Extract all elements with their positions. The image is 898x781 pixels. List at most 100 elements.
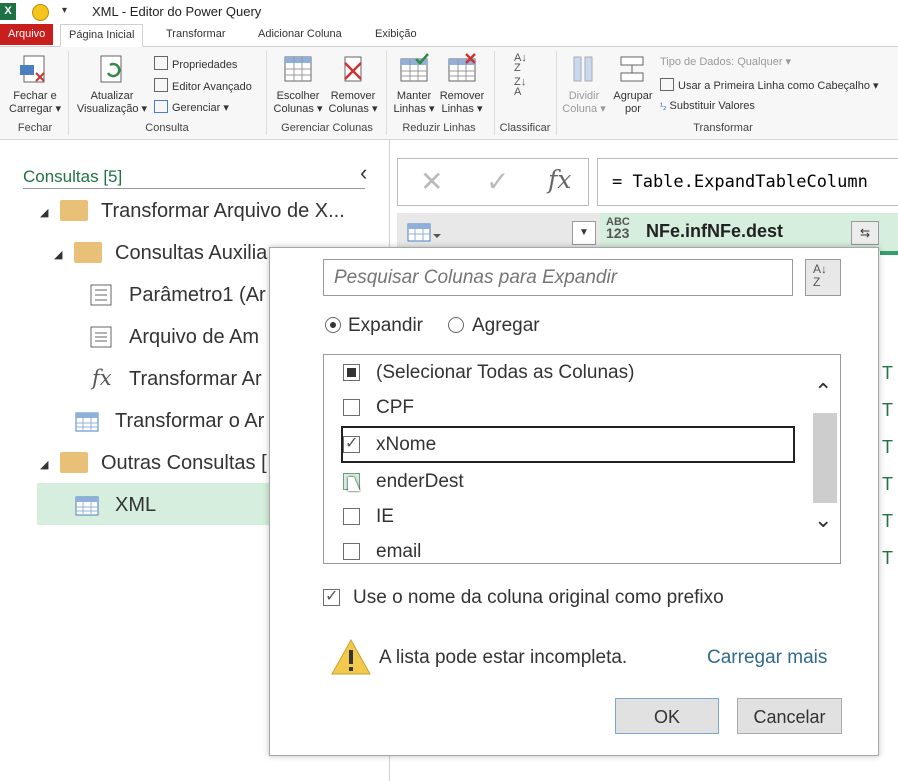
smiley-feedback-icon[interactable]	[32, 4, 49, 21]
select-all-checkbox[interactable]	[343, 364, 360, 381]
queries-header: Consultas [5]	[23, 167, 123, 186]
split-column-label1: Dividir	[568, 90, 600, 102]
column-option-label[interactable]: (Selecionar Todas as Colunas)	[376, 362, 634, 384]
close-load-icon	[20, 55, 45, 83]
tab-pagina-inicial[interactable]: Página Inicial	[60, 24, 144, 47]
collapse-pane-icon[interactable]: ‹	[360, 160, 367, 186]
warning-text: A lista pode estar incompleta.	[379, 647, 628, 668]
manage-table-icon	[154, 100, 168, 113]
advanced-editor-button[interactable]: Editor Avançado	[154, 78, 252, 94]
separator	[68, 51, 69, 135]
grid-rows: T T T T T T	[878, 355, 898, 575]
grid-cell: T	[882, 400, 893, 420]
tab-arquivo[interactable]: Arquivo	[0, 24, 54, 45]
choose-columns-icon	[284, 56, 312, 82]
scroll-down-icon[interactable]: ⌄	[814, 507, 832, 533]
query-transformar-o-arquivo[interactable]: Transformar o Ar	[115, 410, 264, 433]
ie-checkbox[interactable]	[343, 508, 360, 525]
group-by-icon	[620, 56, 644, 82]
radio-dot	[330, 322, 336, 328]
parameter-icon	[90, 284, 112, 306]
tab-transformar[interactable]: Transformar	[158, 24, 234, 45]
aggregate-label[interactable]: Agregar	[472, 315, 540, 337]
query-arquivo-de-amostra[interactable]: Arquivo de Am	[129, 326, 259, 349]
tab-adicionar-coluna[interactable]: Adicionar Coluna	[250, 24, 350, 45]
column-option-label[interactable]: CPF	[376, 397, 414, 419]
column-header[interactable]: ABC 123 NFe.infNFe.dest ⇆	[600, 213, 898, 251]
column-option-label[interactable]: IE	[376, 506, 394, 528]
confirm-formula-icon[interactable]: ✓	[486, 165, 509, 198]
cancel-formula-icon[interactable]: ✕	[420, 165, 443, 198]
sort-descending-icon[interactable]: Z↓ A	[514, 77, 526, 98]
table-icon	[75, 412, 99, 432]
cancel-button[interactable]: Cancelar	[737, 698, 842, 734]
column-option-label[interactable]: xNome	[376, 434, 436, 456]
ok-button[interactable]: OK	[615, 698, 719, 734]
expand-label[interactable]: Expandir	[348, 315, 423, 337]
query-group-outras-consultas[interactable]: Outras Consultas [	[101, 452, 267, 475]
properties-button[interactable]: Propriedades	[154, 56, 237, 72]
query-parametro1[interactable]: Parâmetro1 (Ar	[129, 284, 266, 307]
query-xml[interactable]: XML	[115, 494, 156, 517]
xnome-checkbox[interactable]: ✓	[343, 435, 360, 453]
group-reduzir-linhas: Reduzir Linhas	[402, 122, 476, 134]
qat-dropdown-icon[interactable]: ▾	[62, 5, 67, 16]
partial-mark	[347, 368, 356, 377]
sort-ascending-icon[interactable]: A↓ Z	[514, 53, 527, 74]
column-name: NFe.infNFe.dest	[646, 221, 784, 241]
queries-header-underline	[23, 188, 365, 189]
separator	[386, 51, 387, 135]
group-classificar: Classificar	[499, 122, 551, 134]
group-by-label1: Agrupar	[613, 90, 653, 102]
function-fx-icon[interactable]: fx	[548, 165, 571, 194]
query-selected-row[interactable]	[37, 483, 277, 525]
scroll-up-icon[interactable]: ⌃	[814, 379, 832, 405]
load-more-link[interactable]: Carregar mais	[707, 647, 827, 669]
data-type-dropdown[interactable]: Tipo de Dados: Qualquer ▾	[660, 56, 791, 69]
manage-button[interactable]: Gerenciar ▾	[154, 100, 229, 115]
expand-triangle-icon[interactable]: ◢	[40, 458, 48, 471]
filter-dropdown-button[interactable]: ▼	[572, 221, 596, 245]
tab-exibicao[interactable]: Exibição	[367, 24, 425, 45]
query-group-consultas-auxiliares[interactable]: Consultas Auxilia	[115, 242, 267, 265]
expand-column-icon[interactable]: ⇆	[851, 221, 879, 245]
type-123-label: 123	[606, 225, 630, 241]
scrollbar-thumb[interactable]	[813, 413, 837, 503]
aggregate-radio[interactable]	[448, 317, 464, 333]
replace-values-button[interactable]: ¹₂ Substituir Valores	[660, 100, 755, 113]
column-option-label[interactable]: enderDest	[376, 471, 464, 493]
columns-list[interactable]: (Selecionar Todas as Colunas) CPF ✓ xNom…	[323, 354, 841, 564]
window-title: XML - Editor do Power Query	[92, 4, 262, 19]
keep-rows-label1: Manter	[396, 90, 432, 102]
search-columns-input[interactable]	[323, 259, 793, 296]
expand-radio[interactable]	[325, 317, 341, 333]
expand-triangle-icon[interactable]: ◢	[40, 206, 48, 219]
title-bar: X ▾ XML - Editor do Power Query	[0, 0, 898, 24]
separator	[494, 51, 495, 135]
use-first-row-button[interactable]: Usar a Primeira Linha como Cabeçalho ▾	[660, 78, 879, 93]
grid-cell: T	[882, 474, 893, 494]
keep-rows-label2: Linhas	[393, 103, 426, 115]
table-menu-icon[interactable]	[407, 222, 441, 244]
group-fechar: Fechar	[17, 122, 53, 134]
email-checkbox[interactable]	[343, 543, 360, 560]
split-column-icon	[573, 56, 593, 82]
group-consulta: Consulta	[145, 122, 189, 134]
prefix-checkbox[interactable]: ✓	[323, 588, 340, 606]
refresh-label1: Atualizar	[90, 90, 134, 102]
excel-logo-icon: X	[0, 3, 16, 20]
folder-icon	[60, 200, 88, 221]
prefix-label[interactable]: Use o nome da coluna original como prefi…	[353, 587, 724, 609]
document-icon	[90, 326, 112, 348]
formula-input[interactable]: = Table.ExpandTableColumn	[597, 158, 898, 206]
query-group-transformar-arquivo[interactable]: Transformar Arquivo de X...	[101, 200, 345, 223]
query-transformar-arquivo[interactable]: Transformar Ar	[129, 368, 262, 391]
advanced-editor-label: Editor Avançado	[172, 81, 252, 93]
expand-triangle-icon[interactable]: ◢	[54, 248, 62, 261]
column-option-label[interactable]: email	[376, 541, 421, 563]
cpf-checkbox[interactable]	[343, 399, 360, 416]
remove-columns-label2: Colunas	[328, 103, 369, 115]
sort-az-button[interactable]: A↓ Z	[805, 259, 841, 296]
expand-columns-dialog: A↓Z Expandir Agregar (Selecionar Todas a…	[269, 247, 879, 756]
properties-icon	[154, 56, 168, 70]
